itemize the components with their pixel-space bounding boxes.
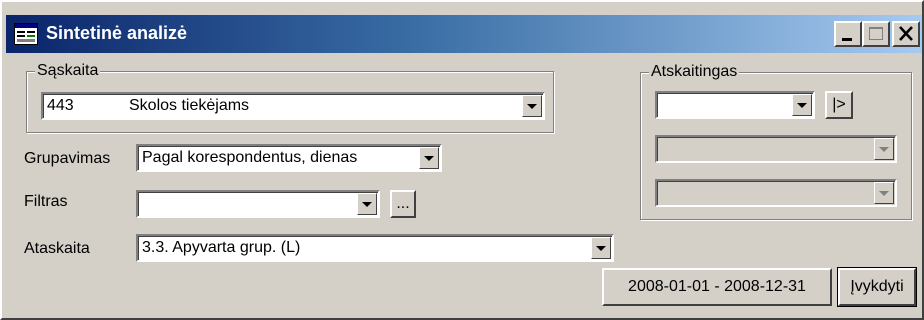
execute-label: Įvykdyti xyxy=(850,278,904,295)
atskaitingas-dropdown-button-2[interactable] xyxy=(874,138,894,160)
analysis-window: Sintetinė analizė Sąskaita 443 Skolos ti… xyxy=(0,0,924,320)
filtras-dropdown-button[interactable] xyxy=(357,193,377,215)
browse-label: ... xyxy=(396,195,410,212)
atskaitingas-combo-3[interactable] xyxy=(655,179,897,207)
ataskaita-dropdown-button[interactable] xyxy=(591,237,611,259)
atskaitingas-combo-2[interactable] xyxy=(655,135,897,163)
maximize-button[interactable] xyxy=(862,21,890,47)
execute-button[interactable]: Įvykdyti xyxy=(837,267,917,307)
ataskaita-value: 3.3. Apyvarta grup. (L) xyxy=(142,239,301,256)
close-icon xyxy=(899,26,913,41)
atskaitingas-dropdown-button-1[interactable] xyxy=(792,94,812,116)
app-icon xyxy=(14,23,38,45)
ataskaita-label: Ataskaita xyxy=(24,240,90,257)
grupavimas-combo[interactable]: Pagal korespondentus, dienas xyxy=(136,144,442,172)
saskaita-legend: Sąskaita xyxy=(35,62,101,80)
account-code: 443 xyxy=(47,97,74,114)
period-label: 2008-01-01 - 2008-12-31 xyxy=(628,278,806,295)
atskaitingas-legend: Atskaitingas xyxy=(649,63,740,81)
ataskaita-combo[interactable]: 3.3. Apyvarta grup. (L) xyxy=(136,234,614,262)
grupavimas-value: Pagal korespondentus, dienas xyxy=(142,149,358,166)
chevron-down-icon xyxy=(424,156,434,161)
filtras-combo[interactable] xyxy=(136,190,380,218)
saskaita-combo[interactable]: 443 Skolos tiekėjams xyxy=(41,92,545,120)
chevron-down-icon xyxy=(362,202,372,207)
filtras-label: Filtras xyxy=(24,193,68,210)
filtras-browse-button[interactable]: ... xyxy=(390,190,416,218)
saskaita-dropdown-button[interactable] xyxy=(522,95,542,117)
chevron-down-icon xyxy=(879,191,889,196)
atskaitingas-combo-1[interactable] xyxy=(655,91,815,119)
next-label: |> xyxy=(832,96,846,113)
grupavimas-label: Grupavimas xyxy=(24,150,111,167)
saskaita-group: Sąskaita 443 Skolos tiekėjams xyxy=(26,62,554,133)
maximize-icon xyxy=(869,27,883,40)
period-button[interactable]: 2008-01-01 - 2008-12-31 xyxy=(602,268,832,306)
minimize-icon xyxy=(842,38,852,41)
atskaitingas-group: Atskaitingas |> xyxy=(640,63,912,220)
chevron-down-icon xyxy=(596,246,606,251)
atskaitingas-next-button[interactable]: |> xyxy=(825,91,853,119)
grupavimas-dropdown-button[interactable] xyxy=(419,147,439,169)
close-button[interactable] xyxy=(892,21,920,47)
chevron-down-icon xyxy=(527,104,537,109)
title-bar[interactable]: Sintetinė analizė xyxy=(6,15,922,53)
chevron-down-icon xyxy=(797,103,807,108)
chevron-down-icon xyxy=(879,147,889,152)
account-name: Skolos tiekėjams xyxy=(129,97,250,114)
minimize-button[interactable] xyxy=(834,21,862,47)
window-title: Sintetinė analizė xyxy=(46,23,188,43)
atskaitingas-dropdown-button-3[interactable] xyxy=(874,182,894,204)
